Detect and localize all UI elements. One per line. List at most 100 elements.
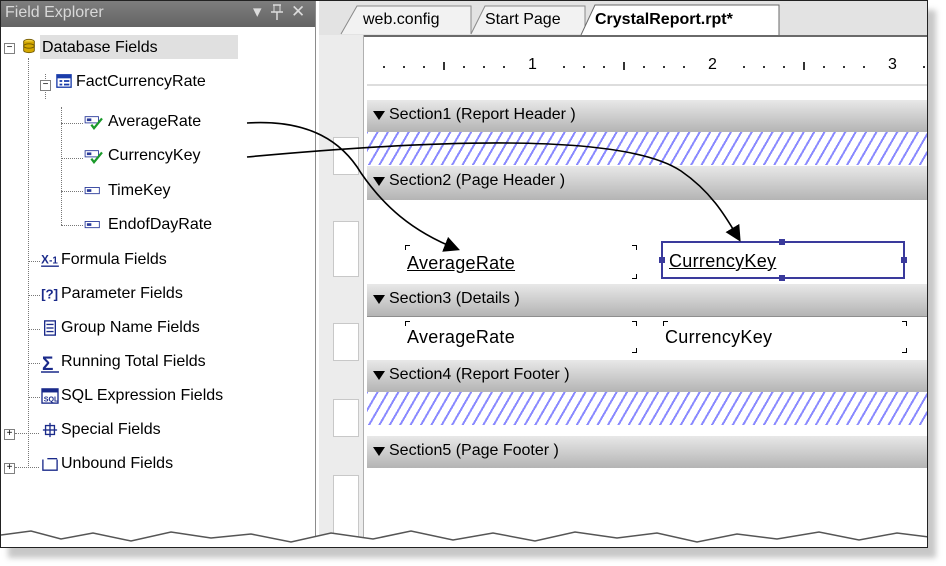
field-corner <box>405 321 410 326</box>
tree-item-parameter-fields[interactable]: Parameter Fields <box>61 284 183 304</box>
tree-item-running-total-fields[interactable]: Running Total Fields <box>61 352 206 372</box>
detail-currency-key-text: CurrencyKey <box>665 327 773 347</box>
ruler-label: 1 <box>528 56 537 73</box>
formula-icon: X -1 <box>41 255 59 267</box>
running-total-icon: Σ <box>41 354 59 373</box>
field-corner <box>663 321 668 326</box>
section4-suppressed-area <box>367 392 927 425</box>
document-tabstrip: web.config Start Page CrystalReport.rpt* <box>319 1 927 37</box>
special-fields-icon <box>42 422 58 438</box>
tree-item-formula-fields[interactable]: Formula Fields <box>61 250 167 270</box>
tree-connector <box>61 158 83 159</box>
svg-text:[?]: [?] <box>41 286 58 301</box>
collapse-table-button[interactable]: − <box>40 80 51 91</box>
collapse-triangle-icon[interactable] <box>373 111 385 120</box>
field-icon <box>84 221 100 229</box>
section1-label: Section1 (Report Header ) <box>389 106 576 123</box>
tree-item-unbound-fields[interactable]: Unbound Fields <box>61 454 173 474</box>
field-icon <box>84 187 100 195</box>
close-icon[interactable]: ✕ <box>291 2 305 22</box>
ruler-label: 3 <box>888 56 897 73</box>
tree-connector <box>15 433 39 434</box>
gutter-marker <box>333 137 359 175</box>
screenshot: Field Explorer ▾ ✕ − Database Fields − F… <box>0 0 946 566</box>
collapse-triangle-icon[interactable] <box>373 447 385 456</box>
report-designer: web.config Start Page CrystalReport.rpt* <box>319 1 927 547</box>
dropdown-icon[interactable]: ▾ <box>253 2 262 22</box>
page-header-average-rate-text: AverageRate <box>407 253 516 273</box>
tree-item-special-fields[interactable]: Special Fields <box>61 420 161 440</box>
detail-field-currency-key[interactable]: CurrencyKey <box>663 321 907 353</box>
field-explorer-title: Field Explorer <box>5 4 104 21</box>
field-explorer-panel: Field Explorer ▾ ✕ − Database Fields − F… <box>1 1 316 547</box>
field-checked-icon <box>84 116 103 130</box>
resize-handle[interactable] <box>779 275 785 281</box>
expand-unbound-fields-button[interactable]: + <box>4 463 15 474</box>
collapse-triangle-icon[interactable] <box>373 177 385 186</box>
horizontal-ruler: 1 2 3 <box>367 44 927 86</box>
tree-item-endof-day-rate[interactable]: EndofDayRate <box>108 215 212 235</box>
section1-suppressed-area <box>367 132 927 165</box>
expand-special-fields-button[interactable]: + <box>4 429 15 440</box>
section3-label: Section3 (Details ) <box>389 290 520 307</box>
tree-connector <box>61 123 83 124</box>
detail-average-rate-text: AverageRate <box>407 327 516 347</box>
tab-start-page[interactable]: Start Page <box>485 6 561 35</box>
resize-handle[interactable] <box>779 239 785 245</box>
svg-text:-1: -1 <box>49 256 58 267</box>
section3-band[interactable]: Section3 (Details ) <box>367 283 927 317</box>
section4-label: Section4 (Report Footer ) <box>389 366 570 383</box>
field-corner <box>632 274 637 279</box>
section1-band[interactable]: Section1 (Report Header ) <box>367 99 927 133</box>
page-header-field-currency-key-selected[interactable]: CurrencyKey <box>659 239 907 281</box>
group-name-icon <box>44 320 56 336</box>
section2-band[interactable]: Section2 (Page Header ) <box>367 165 927 201</box>
collapse-triangle-icon[interactable] <box>373 295 385 304</box>
pin-icon[interactable] <box>271 3 283 25</box>
field-corner <box>632 321 637 326</box>
tab-web-config[interactable]: web.config <box>363 6 440 35</box>
tree-connector <box>15 467 39 468</box>
section5-band[interactable]: Section5 (Page Footer ) <box>367 435 927 469</box>
svg-text:X: X <box>41 255 49 267</box>
table-icon <box>56 74 72 88</box>
collapse-database-fields-button[interactable]: − <box>4 43 15 54</box>
tree-item-group-name-fields[interactable]: Group Name Fields <box>61 318 200 338</box>
tree-item-database-fields[interactable]: Database Fields <box>42 38 158 58</box>
collapse-triangle-icon[interactable] <box>373 371 385 380</box>
sql-expression-icon: SQL <box>41 388 59 404</box>
gutter-marker <box>333 399 359 437</box>
torn-edge <box>1 530 927 547</box>
unbound-fields-icon <box>42 458 58 471</box>
tree-connector <box>28 58 29 468</box>
tree-connector <box>61 191 83 192</box>
resize-handle[interactable] <box>659 257 665 263</box>
tree-item-currency-key[interactable]: CurrencyKey <box>108 146 200 166</box>
section4-band[interactable]: Section4 (Report Footer ) <box>367 359 927 393</box>
field-corner <box>632 245 637 250</box>
section5-label: Section5 (Page Footer ) <box>389 442 559 459</box>
tree-connector <box>61 225 83 226</box>
gutter-marker <box>333 221 359 277</box>
parameter-icon: [?] <box>41 286 58 301</box>
section-gutter <box>319 35 364 547</box>
resize-handle[interactable] <box>901 257 907 263</box>
tree-item-fact-currency-rate[interactable]: FactCurrencyRate <box>76 72 206 92</box>
tree-connector <box>61 107 62 225</box>
field-checked-icon <box>84 150 103 164</box>
tree-item-sql-expression-fields[interactable]: SQL Expression Fields <box>61 386 223 406</box>
detail-field-average-rate[interactable]: AverageRate <box>405 321 637 353</box>
tree-item-time-key[interactable]: TimeKey <box>108 181 171 201</box>
field-corner <box>405 245 410 250</box>
field-explorer-titlebar: Field Explorer ▾ ✕ <box>1 1 315 27</box>
field-corner <box>902 321 907 326</box>
svg-text:Σ: Σ <box>42 354 53 373</box>
gutter-marker <box>333 323 359 361</box>
tab-crystal-report[interactable]: CrystalReport.rpt* <box>595 6 733 35</box>
app-window: Field Explorer ▾ ✕ − Database Fields − F… <box>0 0 928 548</box>
database-icon <box>23 38 35 54</box>
field-corner <box>632 348 637 353</box>
page-header-field-average-rate[interactable]: AverageRate <box>405 245 637 279</box>
svg-text:SQL: SQL <box>44 395 59 403</box>
tree-item-average-rate[interactable]: AverageRate <box>108 112 201 132</box>
